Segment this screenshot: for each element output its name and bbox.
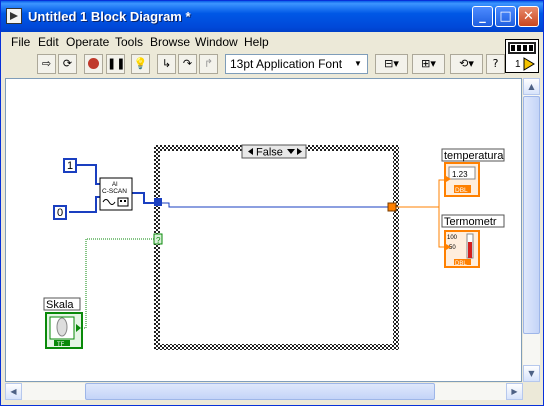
- termometr-scale-mid: 50: [449, 245, 456, 251]
- menu-browse[interactable]: Browse: [150, 35, 190, 49]
- diagram-wires: ? False AI C-SCAN temperatura 1.23 DBL T…: [43, 144, 505, 350]
- pause-icon[interactable]: ❚❚: [106, 54, 125, 74]
- title-bar[interactable]: Untitled 1 Block Diagram * _ □ ✕: [1, 1, 543, 32]
- menu-edit[interactable]: Edit: [38, 35, 59, 49]
- control-skala-type: TF: [57, 342, 65, 348]
- maximize-button[interactable]: □: [495, 6, 516, 27]
- window-title: Untitled 1 Block Diagram *: [28, 9, 191, 24]
- font-select-value: 13pt Application Font: [230, 57, 343, 71]
- font-select[interactable]: 13pt Application Font ▼: [225, 54, 368, 74]
- run-continuously-icon[interactable]: ⟳: [58, 54, 77, 74]
- scroll-right-icon[interactable]: ▶: [506, 383, 523, 400]
- case-selector-value: False: [256, 147, 283, 159]
- reorder-icon[interactable]: ⟲▾: [450, 54, 483, 74]
- daq-board-icon: [117, 197, 129, 207]
- highlight-execution-icon[interactable]: 💡: [131, 54, 150, 74]
- menu-bar: File Edit Operate Tools Browse Window He…: [1, 32, 543, 52]
- horizontal-scroll-thumb[interactable]: [85, 383, 435, 400]
- vi-number: 1: [515, 59, 521, 70]
- menu-tools[interactable]: Tools: [115, 35, 143, 49]
- indicator-temperatura-label: temperatura: [444, 150, 504, 162]
- align-objects-icon[interactable]: ⊟▾: [375, 54, 408, 74]
- output-tunnel[interactable]: [387, 202, 397, 212]
- scroll-up-icon[interactable]: ▲: [523, 78, 540, 95]
- indicator-temperatura-type: DBL: [455, 187, 468, 194]
- horizontal-scrollbar[interactable]: ◀ ▶: [5, 383, 523, 400]
- menu-file[interactable]: File: [11, 35, 30, 49]
- wire-to-temperatura: [395, 179, 446, 208]
- step-into-icon[interactable]: ↳: [157, 54, 176, 74]
- menu-window[interactable]: Window: [195, 35, 238, 49]
- distribute-objects-icon[interactable]: ⊞▾: [412, 54, 445, 74]
- wire-const-bottom: [69, 196, 101, 213]
- vertical-scrollbar[interactable]: ▲ ▼: [523, 78, 540, 382]
- labview-vi-icon: [6, 8, 22, 24]
- scroll-down-icon[interactable]: ▼: [523, 365, 540, 382]
- minimize-button[interactable]: _: [472, 6, 493, 27]
- numeric-constant-0[interactable]: 0: [53, 205, 67, 220]
- size-grip[interactable]: [523, 383, 540, 400]
- menu-help[interactable]: Help: [244, 35, 269, 49]
- scroll-left-icon[interactable]: ◀: [5, 383, 22, 400]
- vi-connector-icon[interactable]: 1: [505, 39, 539, 73]
- numeric-constant-1[interactable]: 1: [63, 158, 77, 173]
- close-button[interactable]: ✕: [518, 6, 539, 27]
- toolbar: ⇨ ⟳ ❚❚ 💡 ↳ ↷ ↱ 13pt Application Font ▼ ⊟…: [1, 52, 543, 76]
- block-diagram-canvas[interactable]: ? False AI C-SCAN temperatura 1.23 DBL T…: [5, 78, 522, 382]
- context-help-icon[interactable]: ?: [486, 54, 505, 74]
- case-structure-interior: [160, 151, 393, 344]
- wire-boolean: [78, 238, 156, 329]
- indicator-temperatura-value: 1.23: [452, 170, 468, 179]
- step-out-icon[interactable]: ↱: [199, 54, 218, 74]
- block-diagram-window: Untitled 1 Block Diagram * _ □ ✕ File Ed…: [0, 0, 544, 406]
- selector-terminal-mark: ?: [156, 236, 161, 245]
- vertical-scroll-thumb[interactable]: [523, 96, 540, 334]
- thermometer-fill: [468, 242, 472, 258]
- subvi-label-bottom: C-SCAN: [102, 188, 127, 195]
- chevron-down-icon: ▼: [354, 59, 362, 68]
- run-arrow-icon[interactable]: ⇨: [37, 54, 56, 74]
- indicator-termometr-label: Termometr: [444, 216, 497, 228]
- step-over-icon[interactable]: ↷: [178, 54, 197, 74]
- termometr-scale-top: 100: [447, 235, 458, 241]
- wire-const-top: [77, 164, 101, 185]
- abort-icon[interactable]: [84, 54, 103, 74]
- menu-operate[interactable]: Operate: [66, 35, 109, 49]
- control-skala-label: Skala: [46, 299, 74, 311]
- input-tunnel[interactable]: [154, 198, 162, 206]
- indicator-termometr-type: DBL: [455, 261, 467, 267]
